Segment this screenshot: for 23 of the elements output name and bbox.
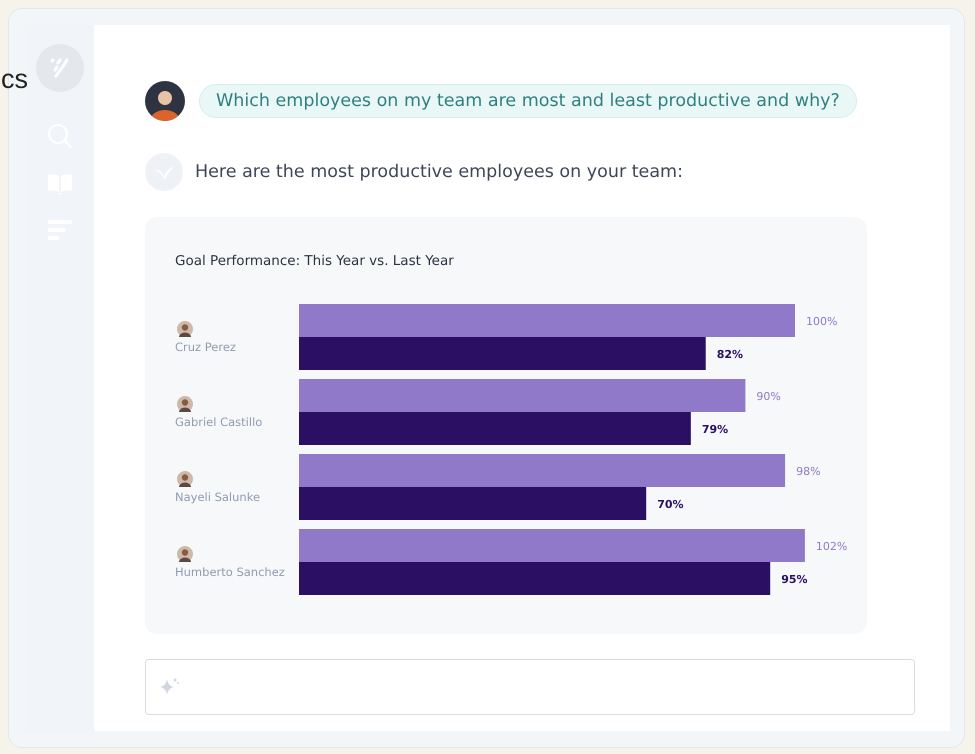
- user-avatar: [145, 81, 185, 121]
- employee-avatar: [177, 320, 193, 336]
- value-label: 90%: [756, 390, 781, 403]
- employee-avatar: [177, 546, 193, 562]
- logo-icon: [36, 44, 84, 92]
- employee-avatar: [177, 470, 193, 486]
- value-label: 102%: [816, 540, 848, 553]
- employee-name: Gabriel Castillo: [175, 414, 264, 428]
- value-label: 79%: [702, 423, 728, 436]
- assistant-message: Here are the most productive employees on your team:: [195, 162, 683, 182]
- user-message: Which employees on my team are most and least productive and why?: [199, 84, 857, 118]
- background-text: cs: [1, 64, 28, 95]
- employee-name: Nayeli Salunke: [175, 490, 262, 504]
- message-input[interactable]: [145, 659, 915, 715]
- value-label: 98%: [796, 465, 821, 478]
- employee-avatar: [177, 396, 193, 412]
- employee-name: Humberto Sanchez: [175, 564, 286, 578]
- value-label: 70%: [657, 498, 684, 511]
- employee-name: Cruz Perez: [175, 340, 237, 354]
- value-label: 100%: [806, 315, 838, 328]
- value-label: 95%: [781, 573, 808, 586]
- value-label: 82%: [716, 348, 744, 361]
- chart-title: Goal Performance: This Year vs. Last Year: [175, 253, 455, 269]
